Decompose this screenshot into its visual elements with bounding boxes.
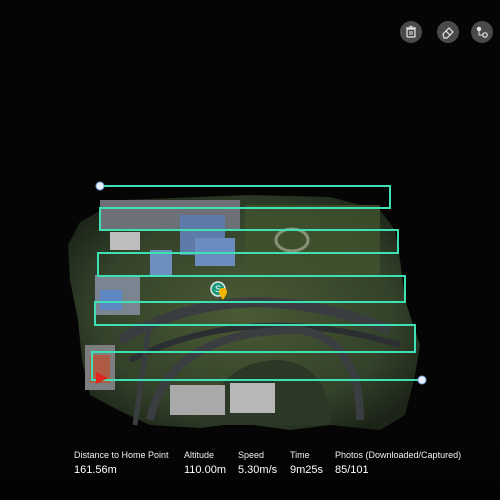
speed-value: 5.30m/s: [238, 464, 278, 476]
photos-stat: Photos (Downloaded/Captured) 85/101: [335, 450, 461, 476]
photos-label: Photos (Downloaded/Captured): [335, 450, 462, 460]
map-3d-view[interactable]: S: [0, 0, 500, 500]
route-end-node[interactable]: [417, 375, 427, 385]
distance-label: Distance to Home Point: [74, 450, 169, 460]
time-label: Time: [290, 450, 310, 460]
route-start-node[interactable]: [95, 181, 105, 191]
eraser-icon: [442, 27, 454, 39]
time-stat: Time 9m25s: [290, 450, 323, 476]
speed-label: Speed: [238, 450, 265, 460]
trash-icon: [406, 25, 416, 38]
distance-stat: Distance to Home Point 161.56m: [74, 450, 169, 476]
telemetry-bar: Distance to Home Point 161.56m Altitude …: [0, 440, 500, 500]
time-value: 9m25s: [290, 464, 324, 476]
delete-button[interactable]: [400, 21, 422, 43]
erase-button[interactable]: [437, 21, 459, 43]
waypoints-settings-icon: [476, 26, 488, 38]
altitude-label: Altitude: [184, 450, 215, 460]
altitude-value: 110.00m: [184, 464, 226, 476]
photos-value: 85/101: [335, 464, 369, 476]
speed-stat: Speed 5.30m/s: [238, 450, 277, 476]
altitude-stat: Altitude 110.00m: [184, 450, 226, 476]
distance-value: 161.56m: [74, 464, 117, 476]
waypoint-settings-button[interactable]: [471, 21, 493, 43]
